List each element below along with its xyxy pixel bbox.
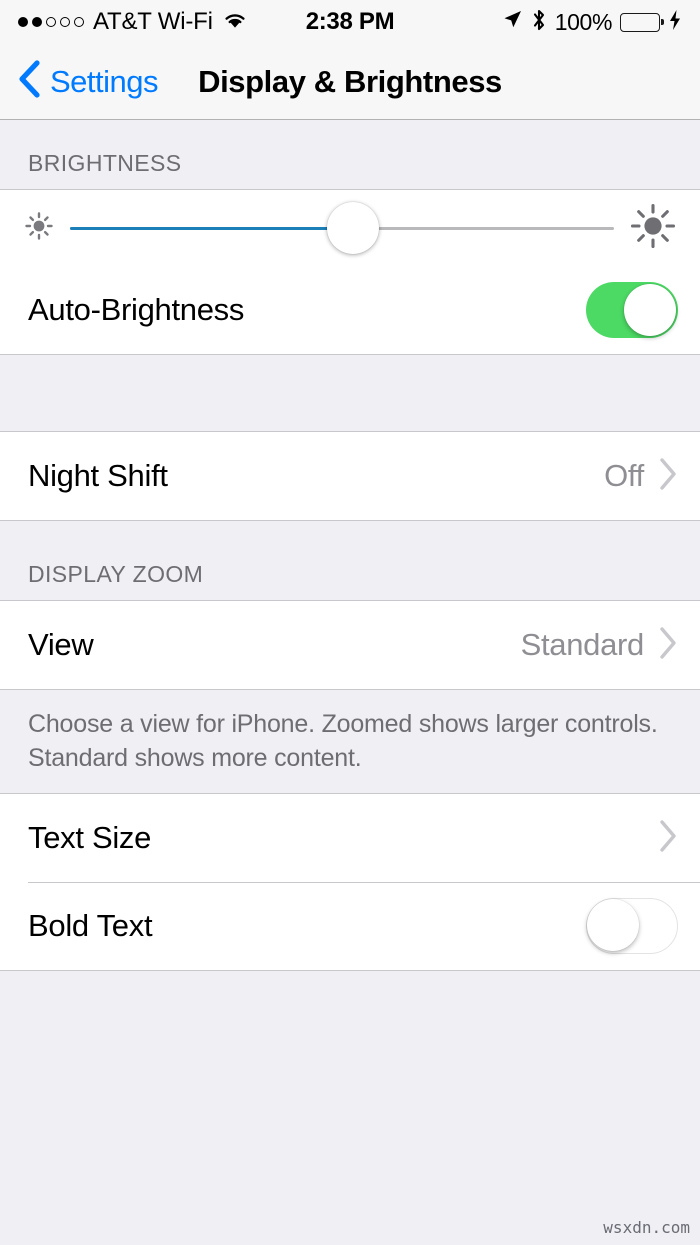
- back-button[interactable]: Settings: [0, 59, 159, 104]
- display-zoom-footer-note: Choose a view for iPhone. Zoomed shows l…: [28, 710, 658, 772]
- location-arrow-icon: [502, 9, 523, 35]
- brightness-slider-row[interactable]: [0, 190, 700, 266]
- site-watermark: wsxdn.com: [603, 1218, 690, 1237]
- display-zoom-group: View Standard: [0, 600, 700, 690]
- night-shift-group: Night Shift Off: [0, 431, 700, 521]
- status-bar: AT&T Wi-Fi 2:38 PM 100%: [0, 0, 700, 44]
- slider-knob[interactable]: [326, 202, 379, 254]
- toggle-knob: [587, 899, 639, 951]
- signal-dot-empty: [74, 17, 84, 27]
- battery-percent-label: 100%: [554, 8, 613, 35]
- toggle-knob: [624, 284, 676, 336]
- night-shift-label: Night Shift: [28, 458, 168, 493]
- row-night-shift[interactable]: Night Shift Off: [0, 432, 700, 520]
- text-size-label: Text Size: [28, 820, 152, 855]
- status-bar-right: 100%: [502, 8, 682, 37]
- row-night-shift-right: Off: [604, 457, 678, 496]
- sun-large-icon: [628, 201, 678, 256]
- row-bold-text-right: [586, 898, 678, 954]
- wifi-icon: [222, 10, 248, 35]
- back-button-label: Settings: [50, 63, 159, 99]
- status-bar-left: AT&T Wi-Fi: [18, 10, 248, 35]
- row-text-size-right: [658, 819, 678, 858]
- navigation-bar: Settings Display & Brightness: [0, 44, 700, 120]
- lightning-bolt-icon: [668, 9, 682, 36]
- signal-dot-empty: [60, 17, 70, 27]
- signal-dot-filled: [18, 17, 28, 27]
- signal-dot-empty: [46, 17, 56, 27]
- bold-text-toggle[interactable]: [586, 898, 678, 954]
- signal-strength-dots: [18, 17, 84, 27]
- row-view-right: Standard: [521, 626, 678, 665]
- text-group: Text Size Bold Text: [0, 793, 700, 971]
- auto-brightness-toggle[interactable]: [586, 282, 678, 338]
- slider-track-fill: [70, 226, 353, 230]
- section-header-brightness: BRIGHTNESS: [28, 150, 182, 176]
- bluetooth-icon: [531, 8, 547, 37]
- row-text-size[interactable]: Text Size: [0, 794, 700, 882]
- night-shift-value: Off: [604, 458, 644, 493]
- row-auto-brightness[interactable]: Auto-Brightness: [0, 266, 700, 354]
- row-bold-text[interactable]: Bold Text: [0, 882, 700, 970]
- chevron-right-icon: [658, 819, 678, 858]
- auto-brightness-label: Auto-Brightness: [28, 292, 245, 327]
- chevron-right-icon: [658, 457, 678, 496]
- sun-small-icon: [22, 209, 56, 248]
- brightness-group: Auto-Brightness: [0, 189, 700, 355]
- chevron-left-icon: [16, 59, 42, 104]
- signal-dot-filled: [32, 17, 42, 27]
- brightness-slider-track[interactable]: [70, 202, 614, 254]
- carrier-label: AT&T Wi-Fi: [93, 8, 213, 35]
- view-value: Standard: [520, 627, 645, 662]
- chevron-right-icon: [658, 626, 678, 665]
- row-view[interactable]: View Standard: [0, 601, 700, 689]
- bold-text-label: Bold Text: [28, 908, 153, 943]
- row-auto-brightness-right: [586, 282, 678, 338]
- battery-icon: [620, 12, 664, 32]
- section-header-display-zoom: DISPLAY ZOOM: [28, 561, 204, 587]
- view-label: View: [28, 627, 94, 662]
